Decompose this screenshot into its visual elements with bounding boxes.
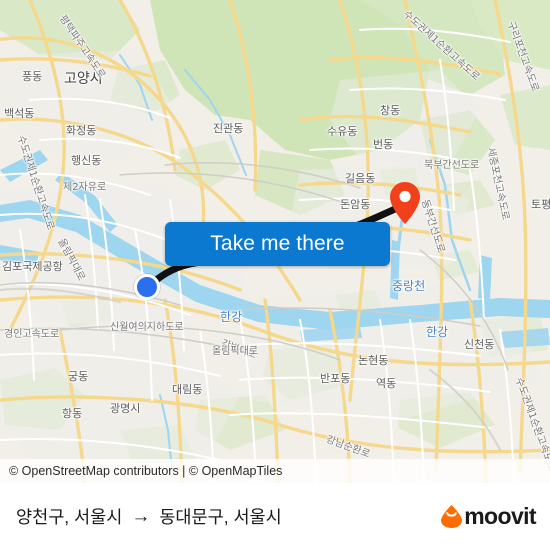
- arrow-right-icon: →: [131, 506, 151, 527]
- moovit-pin-smile-icon: [441, 505, 463, 528]
- map-attribution-text: © OpenStreetMap contributors | © OpenMap…: [9, 464, 283, 478]
- footer-bar: 양천구, 서울시 → 동대문구, 서울시 moovit: [0, 483, 550, 550]
- trip-origin: 양천구, 서울시: [16, 507, 123, 527]
- take-me-there-label: Take me there: [210, 232, 345, 255]
- map-attribution-bar: © OpenStreetMap contributors | © OpenMap…: [0, 459, 550, 483]
- map-viewport[interactable]: .w{fill:#9ed5ef} .g{fill:#cfe5b8} .g2{fi…: [0, 0, 550, 483]
- moovit-trip-screenshot: .w{fill:#9ed5ef} .g{fill:#cfe5b8} .g2{fi…: [0, 0, 550, 550]
- moovit-logo[interactable]: moovit: [441, 503, 537, 530]
- destination-pin[interactable]: [390, 182, 420, 224]
- trip-destination: 동대문구, 서울시: [159, 507, 282, 527]
- take-me-there-button[interactable]: Take me there: [165, 222, 390, 266]
- origin-dot[interactable]: [134, 274, 160, 300]
- trip-summary: 양천구, 서울시 → 동대문구, 서울시: [16, 504, 282, 529]
- moovit-wordmark: moovit: [464, 503, 536, 529]
